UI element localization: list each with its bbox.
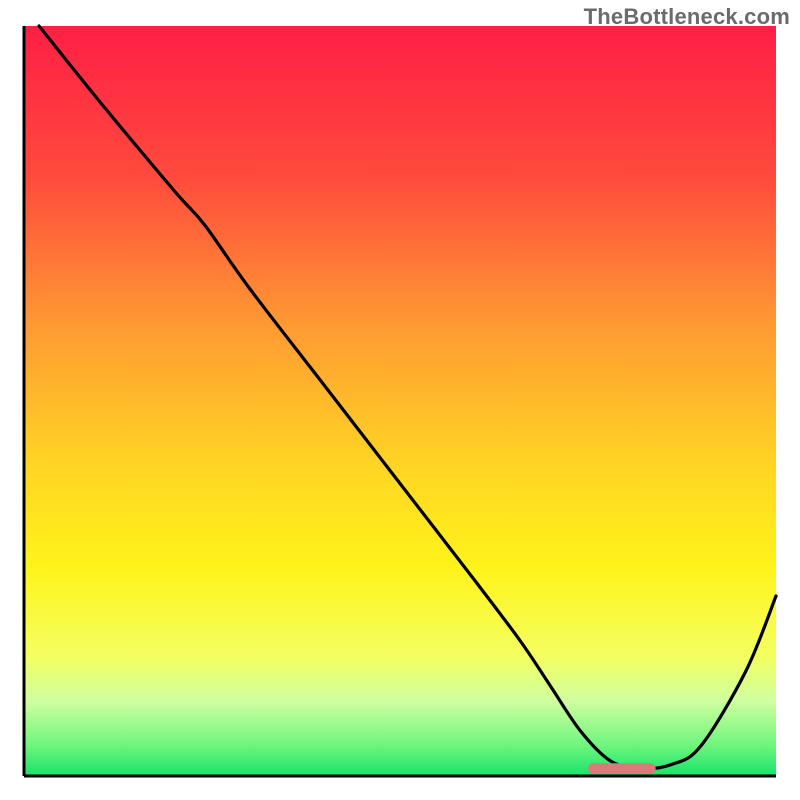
bottleneck-chart — [0, 0, 800, 800]
highlight-marker — [588, 763, 656, 774]
plot-background — [24, 26, 776, 776]
watermark: TheBottleneck.com — [584, 4, 790, 30]
